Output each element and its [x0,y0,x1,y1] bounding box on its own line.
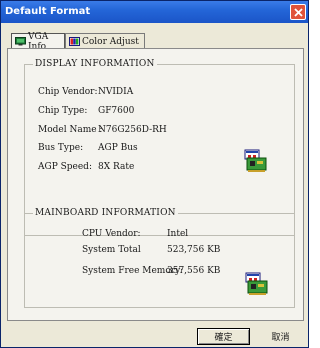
cpu-vendor-value: Intel [167,229,189,239]
cpu-vendor-label: CPU Vendor: [82,229,141,239]
chip-type-value: GF7600 [98,106,135,116]
window-title: Default Format [5,6,91,17]
pci-card-icon [244,149,268,173]
close-button[interactable] [290,4,306,20]
model-name-label: Model Name : [38,125,103,135]
tab-color-adjust[interactable]: Color Adjust [65,33,145,49]
system-total-label: System Total [82,245,141,255]
display-information-heading: DISPLAY INFORMATION [33,59,157,69]
chip-vendor-label: Chip Vendor: [38,87,98,97]
model-name-value: N76G256D-RH [98,125,167,135]
tab-vga-info[interactable]: VGA Info [11,32,65,52]
chip-vendor-value: NVIDIA [98,87,134,97]
tab-color-adjust-label: Color Adjust [82,36,139,47]
tab-panel: DISPLAY INFORMATION Chip Vendor: NVIDIA … [7,48,304,321]
title-bar[interactable]: Default Format [1,1,308,23]
ok-button[interactable]: 確定 [197,328,250,345]
mainboard-information-group: MAINBOARD INFORMATION CPU Vendor: Intel … [24,208,295,308]
cancel-button[interactable]: 取消 [256,328,305,345]
mainboard-information-heading: MAINBOARD INFORMATION [33,208,178,218]
close-icon [294,8,303,17]
agp-speed-value: 8X Rate [98,162,135,172]
bus-type-value: AGP Bus [98,143,138,153]
chip-type-label: Chip Type: [38,106,88,116]
monitor-icon [15,37,26,46]
default-format-window: Default Format VGA Info Color Adjust DIS… [0,0,309,348]
color-chart-icon [69,37,80,46]
system-total-value: 523,756 KB [167,245,221,255]
agp-speed-label: AGP Speed: [38,162,92,172]
system-free-memory-value: 357,556 KB [167,266,221,276]
bus-type-label: Bus Type: [38,143,84,153]
pci-card-icon [245,272,269,296]
